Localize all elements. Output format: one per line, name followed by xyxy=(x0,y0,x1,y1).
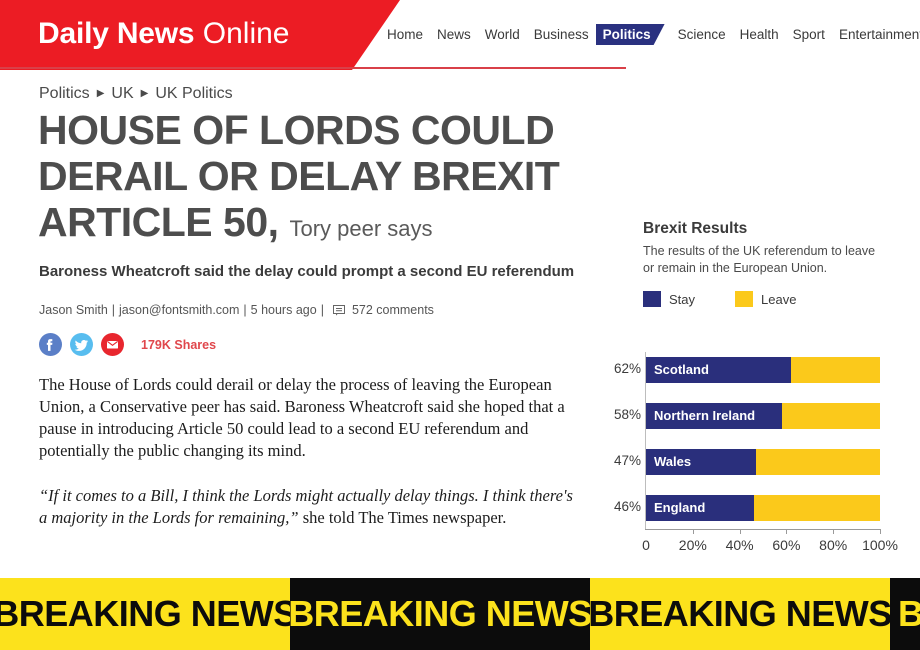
legend-swatch-stay xyxy=(643,291,661,307)
byline-separator: | xyxy=(111,303,116,317)
chart-x-tick-label: 40% xyxy=(725,537,754,553)
legend-label-stay: Stay xyxy=(669,291,696,307)
article-subheading: Baroness Wheatcroft said the delay could… xyxy=(39,263,575,280)
chevron-right-icon: ▶ xyxy=(96,87,105,99)
bar-category-label: Wales xyxy=(654,454,692,469)
legend-entry-stay: Stay xyxy=(643,291,695,307)
brexit-results-chart: 62% Scotland 58% Northern Ireland 47% Wales 46… xyxy=(605,352,898,553)
nav-item-sport[interactable]: Sport xyxy=(786,24,832,45)
bar-category-label: Northern Ireland xyxy=(654,408,756,423)
nav-item-news[interactable]: News xyxy=(430,24,478,45)
bar-value-label: 62% xyxy=(613,361,641,376)
nav-item-science[interactable]: Science xyxy=(671,24,733,45)
breadcrumb-item-politics[interactable]: Politics xyxy=(39,85,90,103)
nav-item-health[interactable]: Health xyxy=(733,24,786,45)
facebook-icon[interactable] xyxy=(39,333,62,356)
headline-kicker-text: Tory peer says xyxy=(289,216,433,241)
breadcrumb[interactable]: Politics ▶ UK ▶ UK Politics xyxy=(39,85,233,103)
chevron-right-icon: ▶ xyxy=(140,87,149,99)
chart-legend: Stay Leave xyxy=(643,291,903,307)
chart-title: Brexit Results xyxy=(643,220,748,237)
bar-track: Scotland xyxy=(646,357,880,383)
chart-x-axis xyxy=(645,529,881,530)
chart-x-tick-label: 80% xyxy=(819,537,848,553)
ticker-segment: BREAKING NEWS xyxy=(890,578,920,650)
site-masthead: Daily News Online Home News World Busine… xyxy=(0,0,920,70)
chart-bar-row: 46% England xyxy=(605,495,895,521)
logo-light-text: Online xyxy=(202,17,290,50)
twitter-icon[interactable] xyxy=(70,333,93,356)
ticker-segment: BREAKING NEWS xyxy=(288,578,592,650)
bar-value-label: 46% xyxy=(613,499,641,514)
chart-subtitle: The results of the UK referendum to leav… xyxy=(643,244,876,275)
logo-bold-text: Daily News xyxy=(38,17,195,50)
chart-x-tick xyxy=(833,529,835,534)
bar-category-label: England xyxy=(654,500,706,515)
chart-x-tick xyxy=(739,529,741,534)
bar-track: Northern Ireland xyxy=(646,403,880,429)
ticker-segment: BREAKING NEWS xyxy=(0,578,297,650)
chart-bar-row: 62% Scotland xyxy=(605,357,895,383)
chart-bar-row: 47% Wales xyxy=(605,449,895,475)
email-icon[interactable] xyxy=(101,333,124,356)
nav-item-world[interactable]: World xyxy=(478,24,527,45)
news-article-page: Daily News Online Home News World Busine… xyxy=(0,0,920,650)
byline-separator: | xyxy=(243,303,247,317)
share-count: 179K Shares xyxy=(141,337,217,352)
breadcrumb-item-uk[interactable]: UK xyxy=(111,85,133,103)
social-share-row[interactable]: 179K Shares xyxy=(39,333,216,356)
breaking-news-ticker: BREAKING NEWS BREAKING NEWS BREAKING NEW… xyxy=(0,578,920,650)
chart-x-tick-label: 0 xyxy=(642,537,650,553)
ticker-segment: BREAKING NEWS xyxy=(588,578,892,650)
byline-separator: | xyxy=(320,303,324,317)
chart-x-tick-label: 100% xyxy=(862,537,898,553)
breadcrumb-item-uk-politics[interactable]: UK Politics xyxy=(155,85,232,103)
nav-item-politics[interactable]: Politics xyxy=(596,24,665,45)
main-navigation[interactable]: Home News World Business Politics Scienc… xyxy=(380,24,920,45)
legend-entry-leave: Leave xyxy=(735,291,796,307)
article-quote-paragraph: “If it comes to a Bill, I think the Lord… xyxy=(39,485,579,529)
chart-x-tick xyxy=(880,529,881,534)
legend-label-leave: Leave xyxy=(761,291,797,307)
page-title: HOUSE OF LORDS COULD DERAIL OR DELAY BRE… xyxy=(38,107,638,252)
chart-x-tick xyxy=(692,529,694,534)
byline-email[interactable]: jason@fontsmith.com xyxy=(119,303,239,317)
chart-header: Brexit Results The results of the UK ref… xyxy=(643,220,903,307)
byline-author[interactable]: Jason Smith xyxy=(39,303,108,317)
chart-x-tick xyxy=(786,529,788,534)
article-byline: Jason Smith | jason@fontsmith.com | 5 ho… xyxy=(39,303,434,317)
legend-swatch-leave xyxy=(735,291,754,307)
nav-item-entertainment[interactable]: Entertainment xyxy=(832,24,920,45)
comment-icon xyxy=(332,304,345,316)
bar-value-label: 58% xyxy=(613,407,641,422)
bar-category-label: Scotland xyxy=(654,362,709,377)
bar-value-label: 47% xyxy=(613,453,641,468)
chart-x-tick-label: 60% xyxy=(772,537,801,553)
comment-count[interactable]: 572 comments xyxy=(352,303,434,317)
article-body-paragraph: The House of Lords could derail or delay… xyxy=(39,375,565,460)
header-divider xyxy=(0,67,626,69)
bar-track: Wales xyxy=(646,449,880,475)
chart-bar-row: 58% Northern Ireland xyxy=(605,403,895,429)
chart-x-tick-label: 20% xyxy=(678,537,707,553)
nav-item-business[interactable]: Business xyxy=(527,24,596,45)
site-logo[interactable]: Daily News Online xyxy=(38,14,289,54)
bar-track: England xyxy=(646,495,880,521)
byline-timestamp: 5 hours ago xyxy=(250,303,317,317)
nav-item-home[interactable]: Home xyxy=(380,24,430,45)
quote-attribution-text: she told The Times newspaper. xyxy=(298,508,507,527)
